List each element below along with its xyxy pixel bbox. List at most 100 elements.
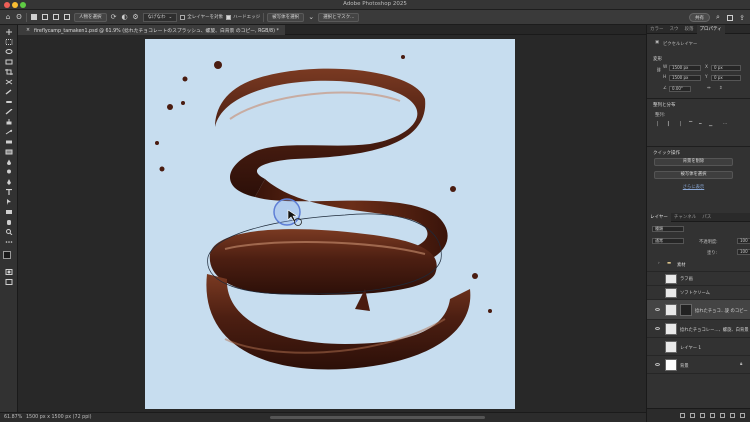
workspace-icon[interactable] <box>726 14 734 22</box>
brush-icon[interactable]: ◐ <box>121 13 129 21</box>
chevron-right-icon[interactable]: › <box>658 261 660 266</box>
share-icon[interactable]: ⇪ <box>738 14 746 22</box>
gear-icon[interactable]: ⚙ <box>132 13 140 21</box>
tab-layers[interactable]: レイヤー <box>647 213 671 222</box>
chevron-down-icon[interactable]: ⌄ <box>307 13 315 21</box>
hand-tool-icon[interactable] <box>5 219 13 225</box>
align-middle-icon[interactable]: ━ <box>699 122 702 127</box>
align-bottom-icon[interactable]: ▁ <box>709 122 712 127</box>
healing-brush-tool-icon[interactable] <box>5 99 13 105</box>
new-group-icon[interactable] <box>720 413 725 418</box>
document-tab[interactable]: × fireflycamp_tamaken1.psd @ 61.9% (捻れたチ… <box>18 25 285 35</box>
layer-row[interactable]: レイヤー 1 <box>647 338 750 356</box>
layer-filter-select[interactable]: 種類 <box>652 226 684 232</box>
tab-properties[interactable]: プロパティ <box>696 25 725 34</box>
select-subject-main-button[interactable]: 被写体を選択 <box>267 12 305 22</box>
trash-icon[interactable] <box>740 413 745 418</box>
layer-row[interactable]: 捻れたチョコレー...、螺旋、白背景 <box>647 320 750 338</box>
search-icon[interactable]: ⌕ <box>714 13 722 22</box>
more-options-icon[interactable]: ··· <box>723 122 727 127</box>
eyedropper-tool-icon[interactable] <box>5 89 13 95</box>
add-mask-icon[interactable] <box>700 413 705 418</box>
layer-row[interactable]: ラフ画 <box>647 272 750 286</box>
more-tools-icon[interactable] <box>5 239 13 245</box>
eraser-tool-icon[interactable] <box>5 139 13 145</box>
rectangle-tool-icon[interactable] <box>5 209 13 215</box>
select-and-mask-button[interactable]: 選択とマスク... <box>318 12 360 22</box>
refresh-icon[interactable]: ⟳ <box>110 13 118 21</box>
visibility-eye-icon[interactable] <box>655 363 660 366</box>
height-field[interactable]: 1500 px <box>669 75 701 81</box>
y-field[interactable]: 0 px <box>711 75 741 81</box>
crop-tool-icon[interactable] <box>5 69 13 75</box>
home-icon[interactable]: ⌂ <box>4 13 12 21</box>
subtract-selection-icon[interactable] <box>52 13 60 21</box>
select-subject-panel-button[interactable]: 被写体を選択 <box>654 171 733 179</box>
zoom-level[interactable]: 61.87% <box>4 415 22 420</box>
share-button[interactable]: 共有 <box>689 13 710 22</box>
clone-stamp-tool-icon[interactable] <box>5 119 13 125</box>
gradient-tool-icon[interactable] <box>5 149 13 155</box>
layer-row[interactable]: ソフトクリーム <box>647 286 750 300</box>
align-right-icon[interactable]: ▕ <box>677 122 680 127</box>
tab-swatches[interactable]: スウ <box>667 25 682 34</box>
tab-color[interactable]: カラー <box>647 25 667 34</box>
canvas-area[interactable] <box>18 35 646 412</box>
flip-horizontal-icon[interactable]: ⇔ <box>707 86 711 91</box>
fill-field[interactable]: 100 <box>737 249 750 255</box>
marquee-tool-icon[interactable] <box>5 39 13 45</box>
close-tab-icon[interactable]: × <box>26 28 30 33</box>
align-center-icon[interactable]: ┃ <box>667 122 670 127</box>
transform-title: 変形 <box>653 57 662 62</box>
add-selection-icon[interactable] <box>41 13 49 21</box>
visibility-eye-icon[interactable] <box>655 308 660 311</box>
object-selection-tool-icon[interactable] <box>5 59 13 65</box>
new-layer-icon[interactable] <box>730 413 735 418</box>
tab-paths[interactable]: パス <box>699 213 714 222</box>
layer-row-group[interactable]: › ▬ 素材 <box>647 258 750 272</box>
align-top-icon[interactable]: ▔ <box>689 122 692 127</box>
type-tool-icon[interactable] <box>5 189 13 195</box>
lasso-tool-icon[interactable] <box>5 49 13 55</box>
blend-mode-select[interactable]: 通常 <box>652 238 684 244</box>
fx-icon[interactable] <box>690 413 695 418</box>
width-field[interactable]: 1500 px <box>669 65 701 71</box>
angle-field[interactable]: 0.00° <box>669 86 691 92</box>
brush-tool-icon[interactable] <box>5 109 13 115</box>
tab-paragraph[interactable]: 段落 <box>682 25 697 34</box>
path-selection-tool-icon[interactable] <box>5 199 13 205</box>
more-link[interactable]: さらに表示 <box>647 184 740 190</box>
adjustment-layer-icon[interactable] <box>710 413 715 418</box>
screen-mode-icon[interactable] <box>5 279 13 285</box>
opacity-field[interactable]: 100 <box>737 238 750 244</box>
layer-row[interactable]: 背景 🔒︎ <box>647 356 750 374</box>
pen-tool-icon[interactable] <box>5 179 13 185</box>
foreground-color-swatch[interactable] <box>3 251 11 259</box>
layer-mask-thumbnail[interactable] <box>680 304 692 316</box>
tab-channels[interactable]: チャンネル <box>671 213 699 222</box>
horizontal-scrollbar[interactable] <box>270 416 485 419</box>
hard-edge-checkbox[interactable]: ハードエッジ <box>226 14 260 20</box>
remove-background-button[interactable]: 背景を削除 <box>654 158 733 166</box>
history-brush-tool-icon[interactable] <box>5 129 13 135</box>
sample-all-layers-checkbox[interactable]: 全レイヤーを対象 <box>180 14 223 20</box>
flip-vertical-icon[interactable]: ⇕ <box>719 86 723 91</box>
quick-mask-icon[interactable] <box>5 269 13 275</box>
new-selection-icon[interactable] <box>30 13 38 21</box>
zoom-tool-icon[interactable] <box>5 229 13 235</box>
document-canvas[interactable] <box>145 39 515 409</box>
intersect-selection-icon[interactable] <box>63 13 71 21</box>
link-icon[interactable]: ⛓ <box>656 68 661 73</box>
align-left-icon[interactable]: ▏ <box>657 122 660 127</box>
dodge-tool-icon[interactable] <box>5 169 13 175</box>
move-tool-icon[interactable] <box>5 29 13 35</box>
visibility-eye-icon[interactable] <box>655 327 660 330</box>
frame-tool-icon[interactable] <box>5 79 13 85</box>
layer-row-selected[interactable]: 捻れたチョコ...旋 のコピー <box>647 300 750 320</box>
select-subject-button[interactable]: 人物を選択 <box>74 12 107 22</box>
lasso-tool-icon[interactable]: ʘ <box>15 13 23 21</box>
x-field[interactable]: 0 px <box>711 65 741 71</box>
sample-mode-select[interactable]: なげなわ ⌄ <box>142 12 178 22</box>
blur-tool-icon[interactable] <box>5 159 13 165</box>
link-layers-icon[interactable] <box>680 413 685 418</box>
